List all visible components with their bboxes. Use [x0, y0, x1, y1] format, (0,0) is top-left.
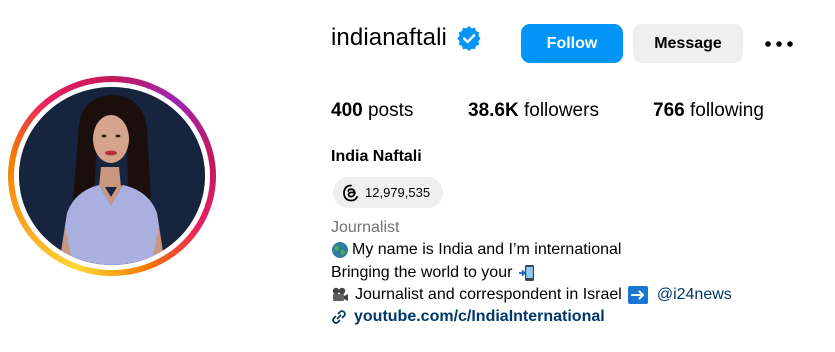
follow-button[interactable]: Follow — [521, 24, 623, 63]
message-button[interactable]: Message — [633, 24, 743, 63]
bio-line-2: Bringing the world to your — [331, 264, 513, 281]
posts-count: 400 — [331, 100, 363, 121]
posts-label: posts — [367, 100, 414, 121]
threads-badge[interactable]: 12,979,535 — [333, 177, 443, 208]
right-arrow-icon — [627, 286, 648, 304]
avatar-story-ring[interactable] — [8, 76, 216, 276]
username: indianaftali — [331, 24, 447, 51]
mention-link[interactable]: @i24news — [657, 286, 732, 304]
bio-line: Journalist and correspondent in Israel @… — [331, 286, 732, 304]
avatar-image — [19, 87, 205, 265]
posts-stat[interactable]: 400 posts — [331, 100, 413, 122]
following-stat[interactable]: 766 following — [653, 100, 764, 122]
link-icon — [331, 309, 347, 325]
following-count: 766 — [653, 100, 685, 121]
profile-link[interactable]: youtube.com/c/IndiaInternational — [331, 308, 605, 326]
bio-line-1: My name is India and I’m international — [352, 241, 622, 258]
followers-stat[interactable]: 38.6K followers — [468, 100, 599, 122]
globe-icon — [331, 241, 349, 259]
link-text[interactable]: youtube.com/c/IndiaInternational — [354, 308, 605, 326]
following-label: following — [689, 100, 764, 121]
mobile-phone-arrow-icon — [518, 264, 536, 282]
full-name: India Naftali — [331, 148, 422, 165]
bio-line-3: Journalist and correspondent in Israel — [355, 286, 622, 303]
movie-camera-icon — [331, 286, 349, 304]
verified-badge-icon — [456, 25, 482, 51]
more-options-icon[interactable] — [762, 30, 796, 58]
bio-line: My name is India and I’m international — [331, 241, 621, 259]
avatar[interactable] — [19, 87, 205, 265]
profile-header: indianaftali — [331, 24, 482, 52]
threads-icon — [342, 184, 360, 202]
threads-count: 12,979,535 — [365, 185, 431, 200]
followers-count: 38.6K — [468, 100, 519, 121]
avatar-border — [14, 82, 210, 270]
profile-category: Journalist — [331, 219, 400, 236]
bio-line: Bringing the world to your — [331, 264, 539, 282]
followers-label: followers — [523, 100, 599, 121]
